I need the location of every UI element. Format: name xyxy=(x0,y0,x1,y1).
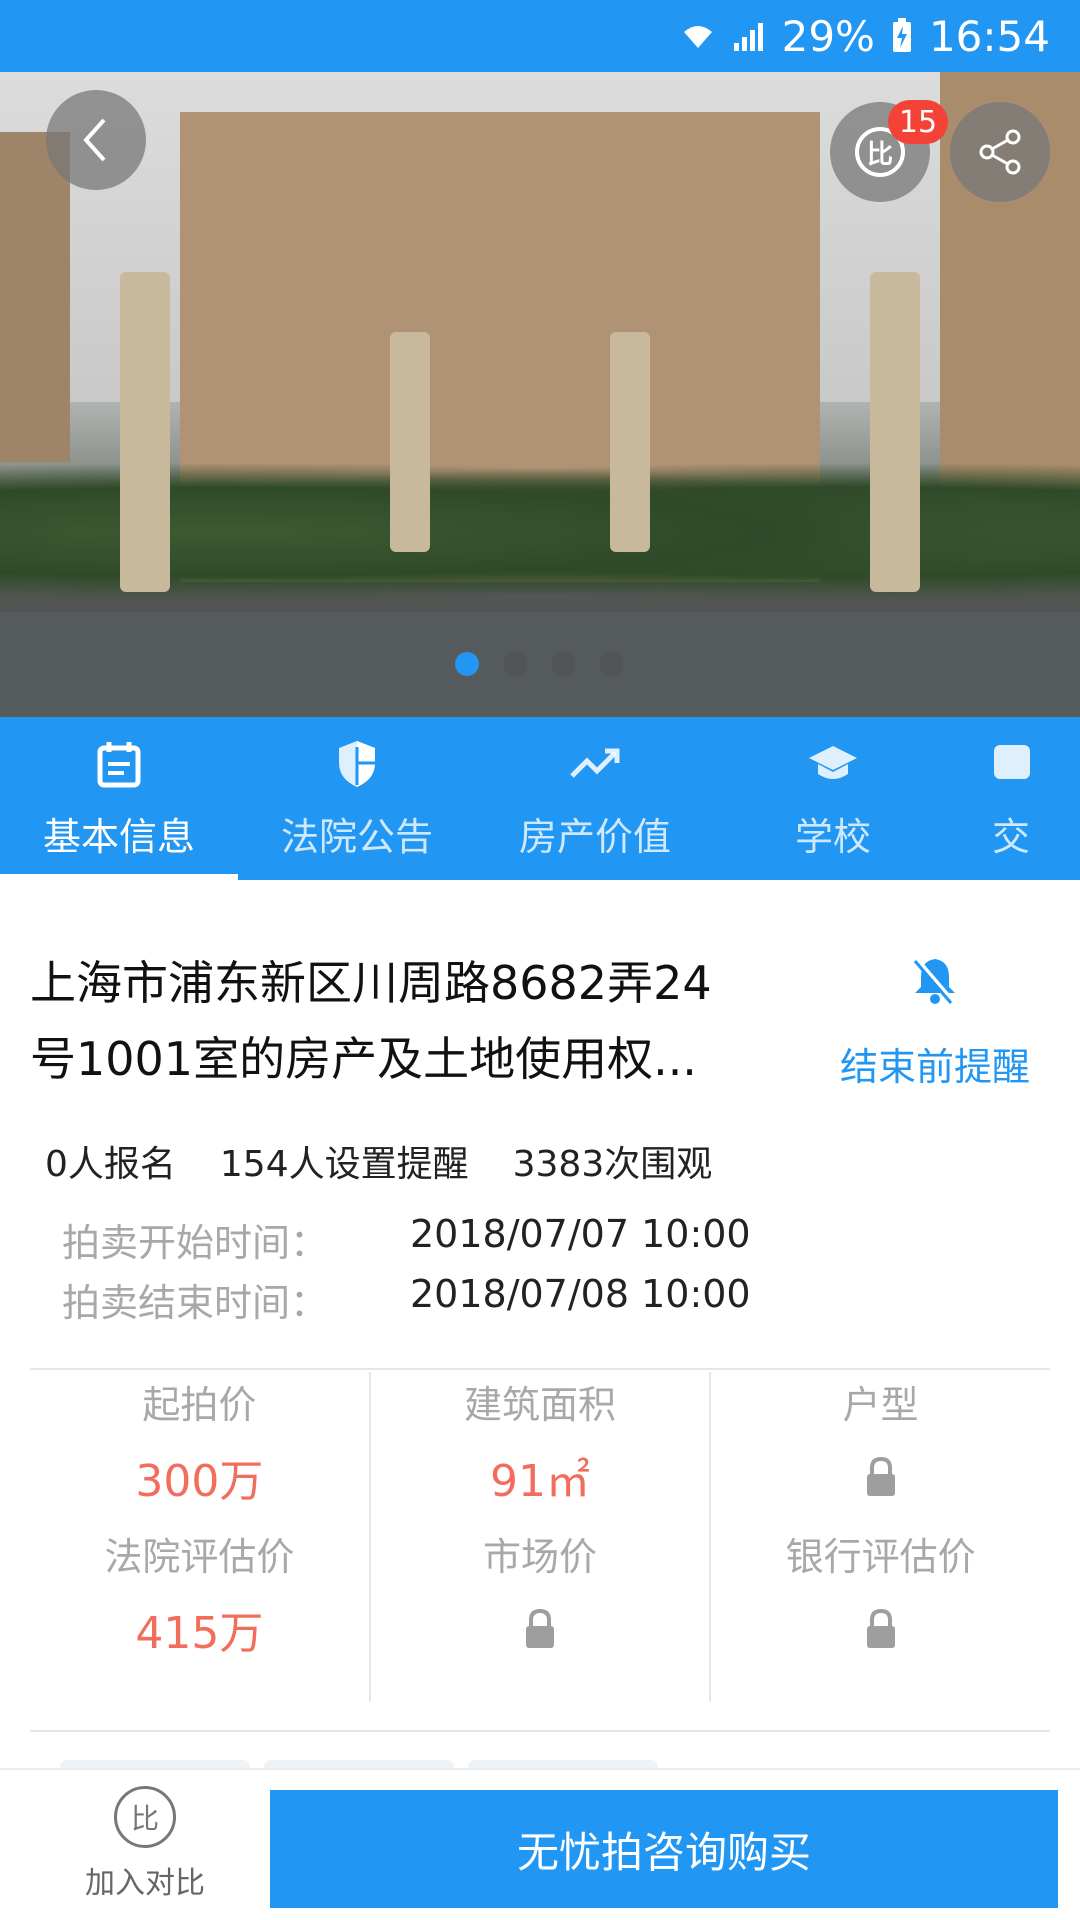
calendar-icon xyxy=(97,736,141,792)
tab-transaction[interactable]: 交 xyxy=(952,717,1080,880)
lock-icon[interactable] xyxy=(864,1430,898,1524)
area-column: 建筑面积 91㎡ 市场价 xyxy=(368,1372,710,1702)
tab-school[interactable]: 学校 xyxy=(714,717,952,880)
property-title: 上海市浦东新区川周路8682弄24 号1001室的房产及土地使用权... xyxy=(30,945,810,1097)
carousel-dot[interactable] xyxy=(599,652,623,676)
price-info-grid: 起拍价 300万 法院评估价 415万 建筑面积 91㎡ 市场价 户型 银行评估… xyxy=(30,1372,1050,1702)
remind-label: 结束前提醒 xyxy=(839,1045,1030,1089)
compare-icon: 比 xyxy=(114,1786,176,1848)
trending-up-icon xyxy=(569,736,621,792)
signup-count: 0人报名 xyxy=(45,1144,176,1185)
starting-price-label: 起拍价 xyxy=(142,1382,257,1427)
tab-label: 法院公告 xyxy=(280,815,433,859)
property-title-line: 号1001室的房产及土地使用权... xyxy=(30,1032,697,1086)
tab-court-notice[interactable]: 法院公告 xyxy=(238,717,476,880)
tab-label: 房产价值 xyxy=(518,815,671,859)
share-icon xyxy=(979,129,1021,175)
bell-off-icon xyxy=(913,955,957,1014)
tab-label: 学校 xyxy=(794,815,871,859)
market-price-label: 市场价 xyxy=(483,1534,598,1579)
reminder-count: 154人设置提醒 xyxy=(219,1144,469,1185)
add-to-compare-label: 加入对比 xyxy=(85,1866,205,1901)
layout-label: 户型 xyxy=(842,1382,919,1427)
bottom-action-bar: 比 加入对比 无忧拍咨询购买 xyxy=(0,1768,1080,1920)
auction-start-row: 拍卖开始时间： 2018/07/07 10:00 xyxy=(62,1212,751,1267)
add-to-compare-button[interactable]: 比 加入对比 xyxy=(20,1780,270,1902)
chat-icon xyxy=(992,736,1032,792)
auction-end-value: 2018/07/08 10:00 xyxy=(410,1272,751,1316)
status-bar: 29% 16:54 xyxy=(0,0,1080,72)
tab-property-value[interactable]: 房产价值 xyxy=(476,717,714,880)
wifi-icon xyxy=(680,18,716,54)
carousel-dot[interactable] xyxy=(503,652,527,676)
remind-before-end-button[interactable]: 结束前提醒 xyxy=(830,955,1040,1091)
consult-buy-button[interactable]: 无忧拍咨询购买 xyxy=(270,1790,1058,1908)
auction-end-label: 拍卖结束时间： xyxy=(62,1281,329,1325)
section-tabs: 基本信息 法院公告 房产价值 学校 交 xyxy=(0,717,1080,880)
property-title-line: 上海市浦东新区川周路8682弄24 xyxy=(30,956,712,1010)
area-value: 91㎡ xyxy=(490,1456,590,1507)
signal-icon xyxy=(732,19,766,53)
share-button[interactable] xyxy=(950,102,1050,202)
battery-charging-icon xyxy=(891,18,913,54)
property-photo-carousel[interactable]: 比 15 xyxy=(0,72,1080,717)
shield-icon xyxy=(335,736,379,792)
tab-label: 基本信息 xyxy=(42,815,195,859)
back-button[interactable] xyxy=(46,90,146,190)
battery-percent: 29% xyxy=(781,11,875,61)
court-valuation-value: 415万 xyxy=(135,1608,264,1659)
carousel-dot[interactable] xyxy=(455,652,479,676)
chevron-left-icon xyxy=(83,118,106,162)
court-valuation-label: 法院评估价 xyxy=(104,1534,295,1579)
carousel-indicator xyxy=(455,652,623,676)
view-count: 3383次围观 xyxy=(512,1144,713,1185)
starting-price-value: 300万 xyxy=(135,1456,264,1507)
price-column: 起拍价 300万 法院评估价 415万 xyxy=(30,1372,369,1702)
lock-icon[interactable] xyxy=(523,1582,557,1676)
layout-column: 户型 银行评估价 xyxy=(709,1372,1050,1702)
carousel-dot[interactable] xyxy=(551,652,575,676)
divider xyxy=(30,1730,1050,1732)
lock-icon[interactable] xyxy=(864,1582,898,1676)
tab-basic-info[interactable]: 基本信息 xyxy=(0,717,238,880)
tab-label: 交 xyxy=(992,815,1031,859)
auction-start-label: 拍卖开始时间： xyxy=(62,1221,329,1265)
auction-start-value: 2018/07/07 10:00 xyxy=(410,1212,751,1256)
auction-end-row: 拍卖结束时间： 2018/07/08 10:00 xyxy=(62,1272,751,1327)
auction-stats: 0人报名 154人设置提醒 3383次围观 xyxy=(45,1135,712,1187)
clock: 16:54 xyxy=(928,11,1050,61)
divider xyxy=(30,1368,1050,1370)
bank-valuation-label: 银行评估价 xyxy=(785,1534,976,1579)
compare-count-badge: 15 xyxy=(888,100,948,144)
area-label: 建筑面积 xyxy=(464,1382,617,1427)
school-icon xyxy=(807,736,859,792)
